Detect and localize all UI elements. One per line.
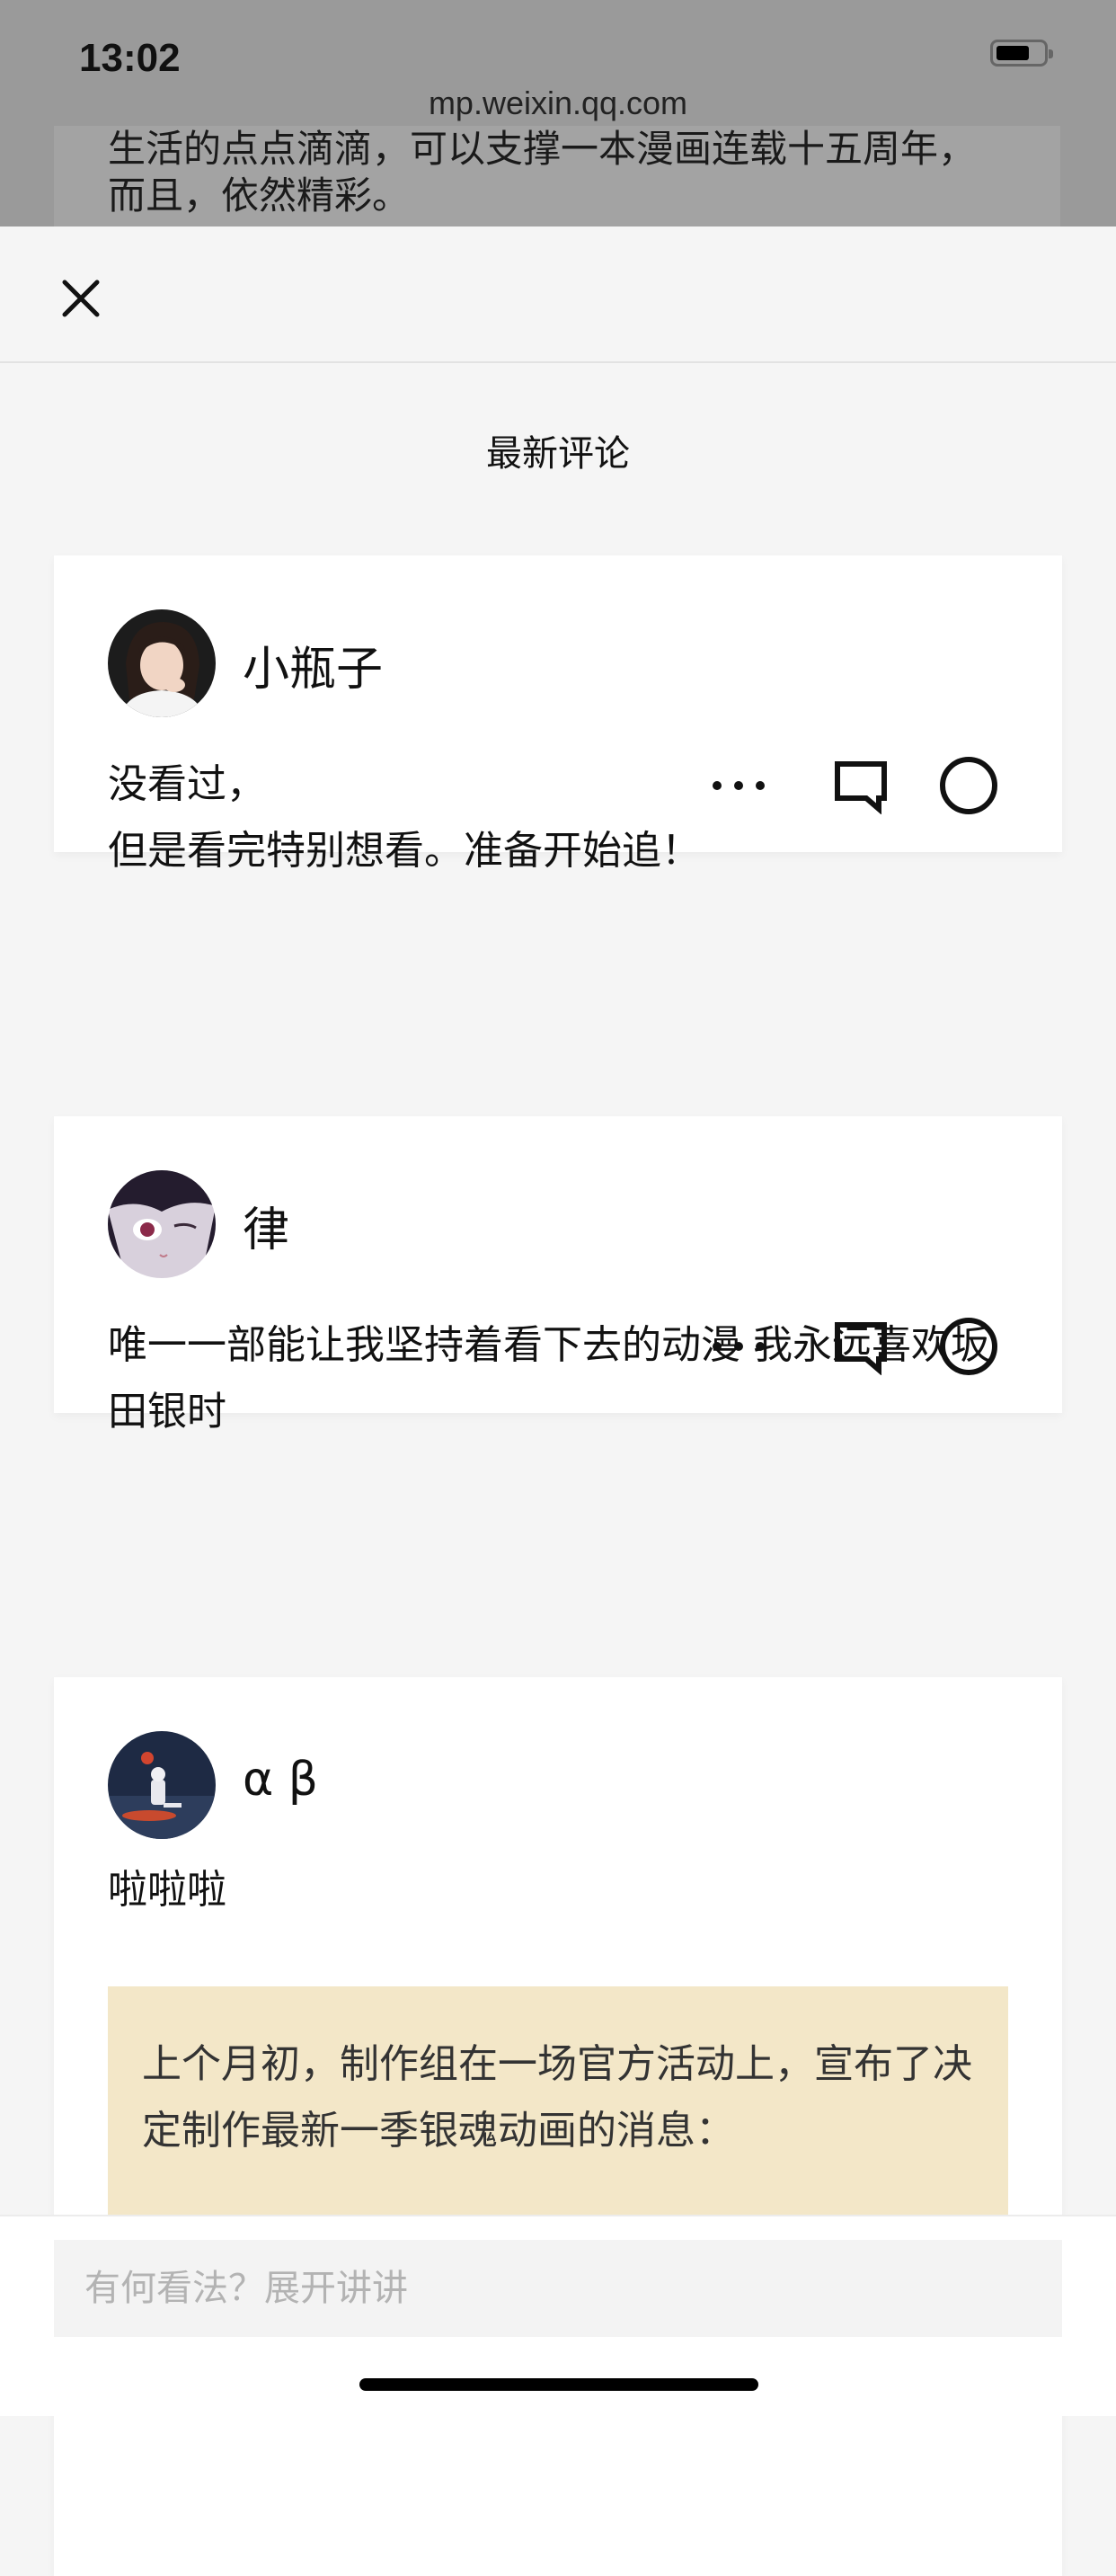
close-button[interactable]	[49, 266, 113, 331]
quoted-text[interactable]: 上个月初，制作组在一场官方活动上，宣布了决定制作最新一季银魂动画的消息：	[108, 1986, 1008, 2220]
more-button[interactable]	[703, 1310, 775, 1382]
section-title: 最新评论	[486, 433, 630, 475]
like-button[interactable]	[933, 750, 1005, 822]
background-article: 生活的点点滴滴，可以支撑一本漫画连载十五周年，而且，依然精彩。 13:02 mp…	[0, 0, 1116, 227]
battery-level	[996, 46, 1029, 60]
comment-text: 啦啦啦	[108, 1867, 226, 1913]
comment-card: 律 唯一一部能让我坚持着看下去的动漫 我永远喜欢坂田银时	[54, 1116, 1062, 1435]
reply-button[interactable]	[825, 1310, 897, 1382]
comments-sheet: 最新评论 小瓶子 没看过， 但是看完特别想看。准备开始追！ 律 唯一一部能让我坚…	[0, 227, 1116, 2576]
like-icon	[940, 757, 997, 814]
comment-input[interactable]	[54, 2240, 1062, 2337]
avatar-image	[108, 1170, 216, 1278]
username[interactable]: 律	[243, 1192, 289, 1259]
battery-cap	[1049, 49, 1053, 58]
reply-button[interactable]	[825, 750, 897, 822]
username[interactable]: α β	[243, 1753, 318, 1807]
like-button[interactable]	[933, 1310, 1005, 1382]
sheet-header	[0, 227, 1116, 363]
comment-card: α β 啦啦啦 上个月初，制作组在一场官方活动上，宣布了决定制作最新一季银魂动画…	[54, 1677, 1062, 2576]
reply-icon	[835, 761, 887, 814]
page-url: mp.weixin.qq.com	[428, 84, 688, 121]
home-indicator	[359, 2378, 758, 2391]
battery-icon	[990, 40, 1053, 67]
close-icon	[62, 280, 100, 317]
status-time: 13:02	[79, 36, 181, 80]
like-icon	[940, 1318, 997, 1375]
reply-icon	[835, 1322, 887, 1375]
avatar[interactable]	[108, 1170, 216, 1278]
avatar-image	[108, 1731, 216, 1839]
avatar-image	[108, 609, 216, 717]
username[interactable]: 小瓶子	[243, 631, 383, 698]
comment-card: 小瓶子 没看过， 但是看完特别想看。准备开始追！	[54, 555, 1062, 874]
more-icon	[713, 781, 765, 790]
more-button[interactable]	[703, 750, 775, 822]
avatar[interactable]	[108, 609, 216, 717]
comment-actions	[694, 1310, 1017, 1382]
more-icon	[713, 1342, 765, 1351]
comment-actions	[694, 750, 1017, 822]
background-article-text: 生活的点点滴滴，可以支撑一本漫画连载十五周年，而且，依然精彩。	[108, 127, 977, 218]
bottom-bar	[0, 2215, 1116, 2416]
avatar[interactable]	[108, 1731, 216, 1839]
